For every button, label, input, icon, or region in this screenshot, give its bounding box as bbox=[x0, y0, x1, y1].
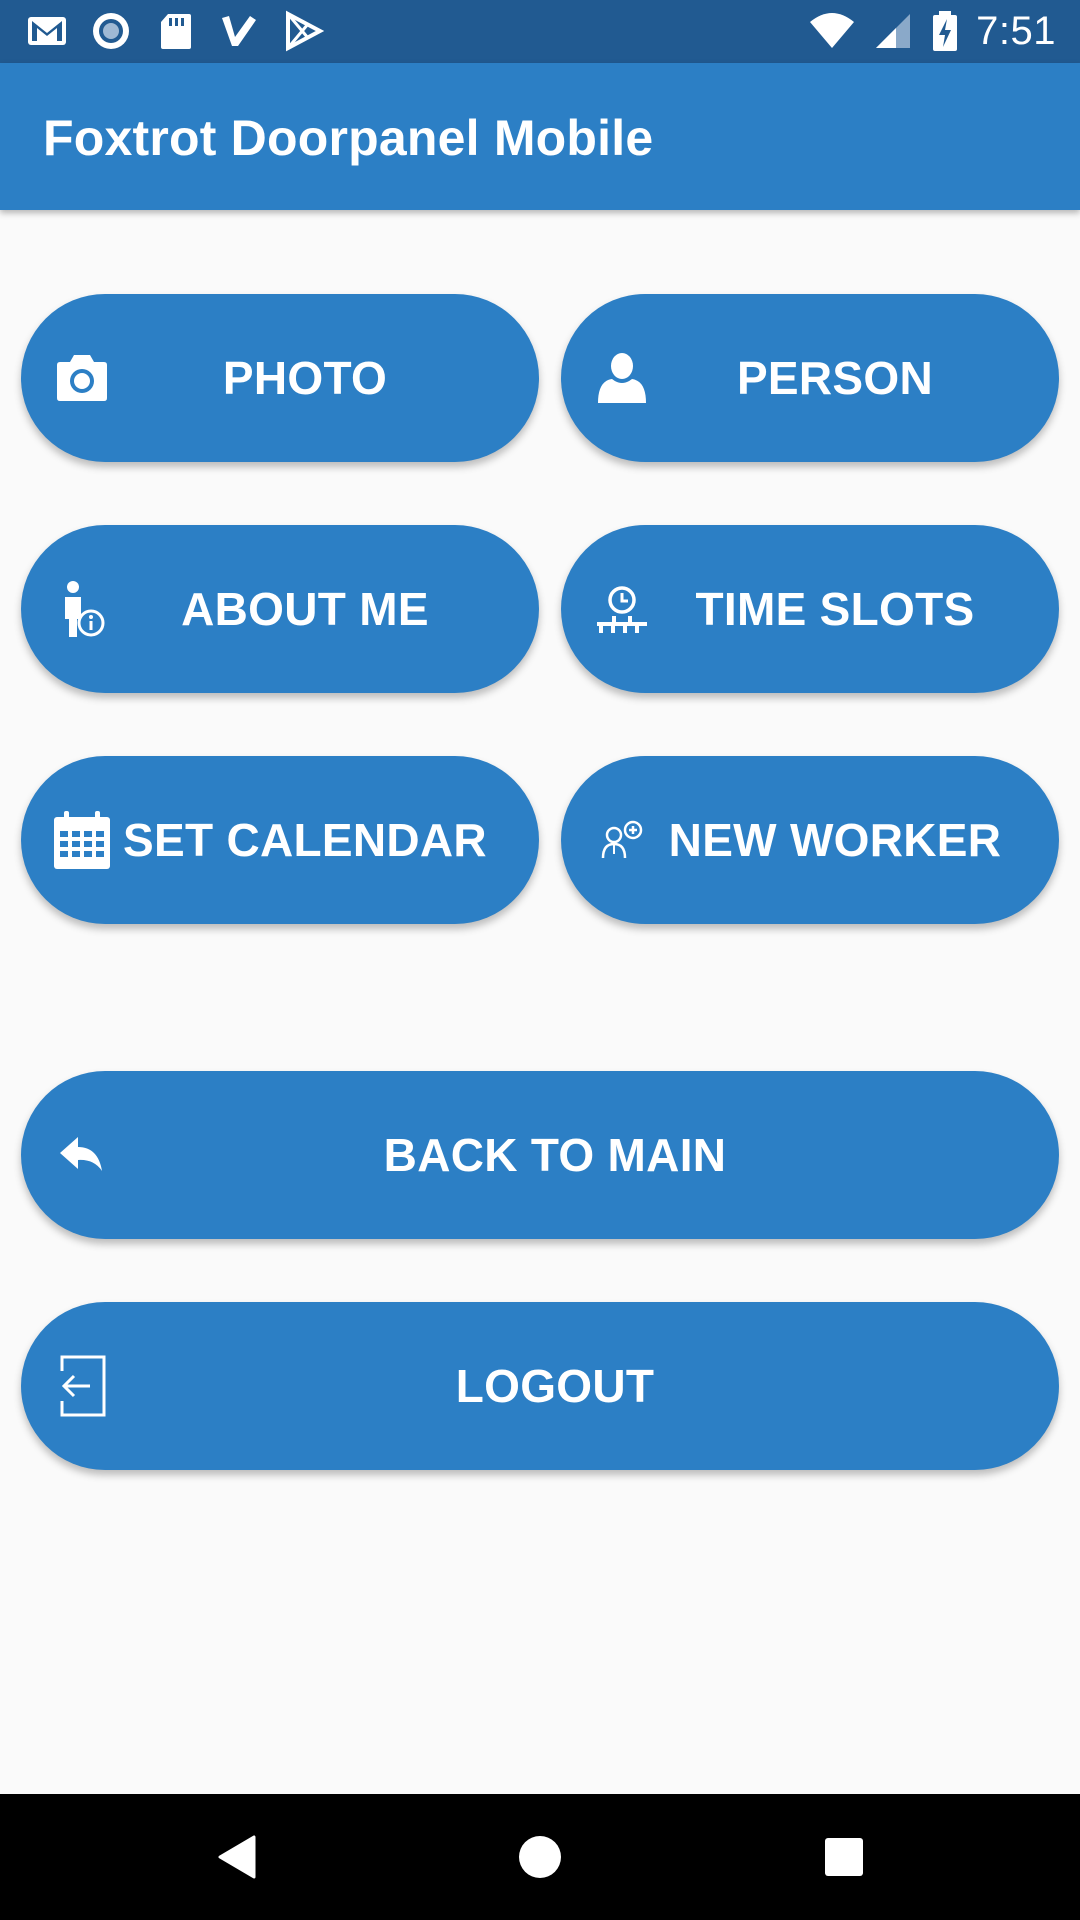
time-slots-button[interactable]: TIME SLOTS bbox=[561, 525, 1059, 693]
recents-icon[interactable] bbox=[814, 1827, 874, 1887]
back-to-main-button[interactable]: BACK TO MAIN bbox=[21, 1071, 1059, 1239]
logout-button[interactable]: LOGOUT bbox=[21, 1302, 1059, 1470]
about-me-label: ABOUT ME bbox=[181, 583, 429, 635]
time-slots-label: TIME SLOTS bbox=[695, 583, 975, 635]
photo-button[interactable]: PHOTO bbox=[21, 294, 539, 462]
wifi-icon bbox=[808, 10, 856, 52]
cellular-signal-icon bbox=[872, 10, 914, 52]
person-button[interactable]: PERSON bbox=[561, 294, 1059, 462]
status-bar: 7:51 bbox=[0, 0, 1080, 63]
new-worker-label: NEW WORKER bbox=[668, 814, 1002, 866]
home-icon[interactable] bbox=[510, 1827, 570, 1887]
battery-charging-icon bbox=[930, 10, 960, 52]
back-to-main-label: BACK TO MAIN bbox=[383, 1129, 727, 1181]
navigation-bar bbox=[0, 1794, 1080, 1920]
app-bar: Foxtrot Doorpanel Mobile bbox=[0, 63, 1080, 210]
gmail-icon bbox=[26, 10, 68, 52]
record-icon bbox=[90, 10, 132, 52]
status-time: 7:51 bbox=[976, 8, 1056, 53]
set-calendar-button[interactable]: SET CALENDAR bbox=[21, 756, 539, 924]
sd-card-icon bbox=[154, 10, 196, 52]
back-icon[interactable] bbox=[206, 1827, 266, 1887]
logout-label: LOGOUT bbox=[455, 1360, 655, 1412]
person-label: PERSON bbox=[736, 352, 934, 404]
set-calendar-label: SET CALENDAR bbox=[123, 814, 487, 866]
check-icon bbox=[218, 10, 260, 52]
notification-icons bbox=[26, 10, 325, 52]
app-title: Foxtrot Doorpanel Mobile bbox=[43, 110, 654, 166]
about-me-button[interactable]: ABOUT ME bbox=[21, 525, 539, 693]
play-store-icon bbox=[282, 10, 325, 52]
system-status: 7:51 bbox=[808, 8, 1056, 54]
photo-label: PHOTO bbox=[222, 352, 388, 404]
new-worker-button[interactable]: NEW WORKER bbox=[561, 756, 1059, 924]
